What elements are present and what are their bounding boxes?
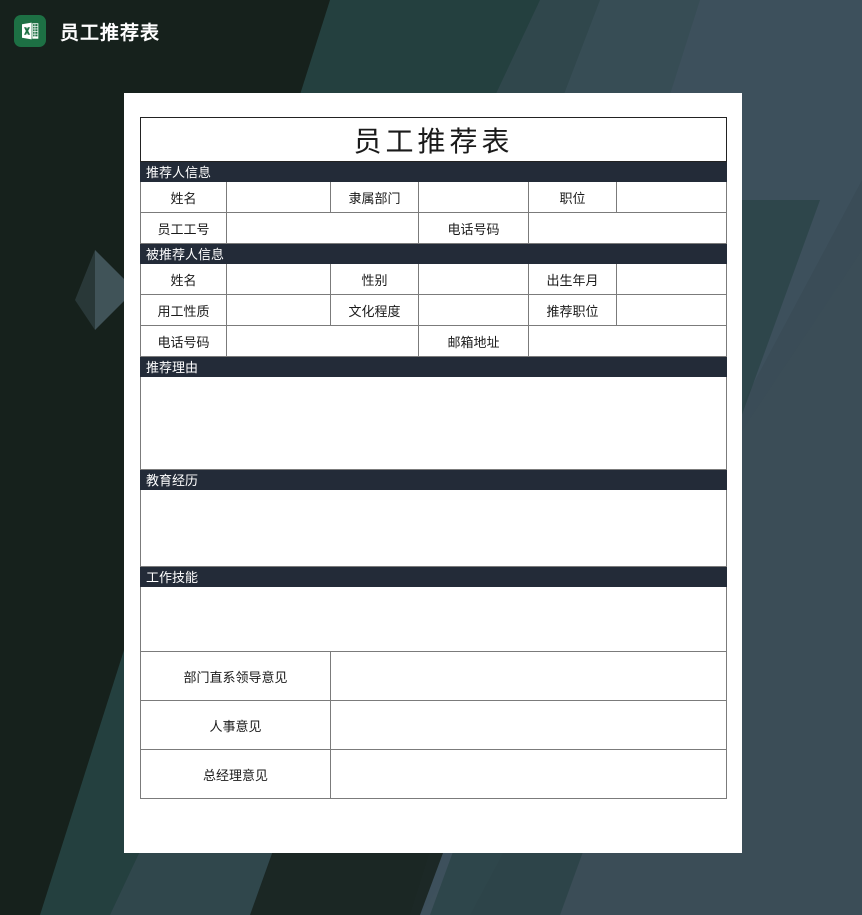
opinion-label-dept-leader: 部门直系领导意见 <box>140 651 331 701</box>
section-band-row: 推荐人信息 <box>139 161 728 182</box>
document-paper: 员工推荐表 推荐人信息 姓名 隶属部门 职位 员工工号 电话号码 被推荐人信息 … <box>124 93 742 853</box>
opinion-label-gm: 总经理意见 <box>140 749 331 799</box>
table-row: 用工性质 文化程度 推荐职位 <box>140 294 728 326</box>
section-band-referrer: 推荐人信息 <box>139 161 728 182</box>
field-value-referee-phone[interactable] <box>226 325 419 357</box>
table-row <box>139 489 728 567</box>
table-row: 员工工号 电话号码 <box>140 212 728 244</box>
field-label-referee-gender: 性别 <box>330 263 419 295</box>
form-title: 员工推荐表 <box>139 117 728 162</box>
field-label-referrer-department: 隶属部门 <box>330 181 419 213</box>
window-titlebar: 员工推荐表 <box>0 0 862 62</box>
table-row: 人事意见 <box>140 700 728 750</box>
textarea-education[interactable] <box>139 489 728 567</box>
opinion-value-dept-leader[interactable] <box>329 651 728 701</box>
section-band-row: 被推荐人信息 <box>139 243 728 264</box>
field-label-referrer-employee-id: 员工工号 <box>140 212 227 244</box>
field-value-referee-recommended-position[interactable] <box>615 294 728 326</box>
field-label-referee-name: 姓名 <box>140 263 227 295</box>
table-row: 部门直系领导意见 <box>140 651 728 701</box>
table-row: 姓名 隶属部门 职位 <box>140 181 728 213</box>
table-row: 姓名 性别 出生年月 <box>140 263 728 295</box>
table-row: 总经理意见 <box>140 749 728 799</box>
section-band-row: 工作技能 <box>139 566 728 587</box>
field-label-referee-email: 邮箱地址 <box>418 325 529 357</box>
field-label-referee-phone: 电话号码 <box>140 325 227 357</box>
table-row: 电话号码 邮箱地址 <box>140 325 728 357</box>
field-label-referrer-name: 姓名 <box>140 181 227 213</box>
field-value-referee-employment-type[interactable] <box>226 294 331 326</box>
section-band-skills: 工作技能 <box>139 566 728 587</box>
section-band-row: 推荐理由 <box>139 356 728 377</box>
field-value-referee-name[interactable] <box>226 263 331 295</box>
textarea-skills[interactable] <box>139 586 728 652</box>
section-band-reason: 推荐理由 <box>139 356 728 377</box>
field-label-referee-education-level: 文化程度 <box>330 294 419 326</box>
table-row <box>139 586 728 652</box>
field-value-referee-education-level[interactable] <box>418 294 529 326</box>
field-value-referee-birthdate[interactable] <box>615 263 728 295</box>
section-band-row: 教育经历 <box>139 469 728 490</box>
field-value-referee-email[interactable] <box>527 325 728 357</box>
form-title-row: 员工推荐表 <box>139 117 728 162</box>
field-value-referrer-department[interactable] <box>418 181 529 213</box>
field-label-referrer-position: 职位 <box>528 181 617 213</box>
section-band-referee: 被推荐人信息 <box>139 243 728 264</box>
opinion-value-gm[interactable] <box>329 749 728 799</box>
table-row <box>139 376 728 470</box>
textarea-reason[interactable] <box>139 376 728 470</box>
excel-icon <box>14 15 46 47</box>
field-label-referee-birthdate: 出生年月 <box>528 263 617 295</box>
field-value-referee-gender[interactable] <box>418 263 529 295</box>
field-value-referrer-employee-id[interactable] <box>226 212 419 244</box>
opinion-value-hr[interactable] <box>329 700 728 750</box>
field-value-referrer-phone[interactable] <box>527 212 728 244</box>
opinion-label-hr: 人事意见 <box>140 700 331 750</box>
field-value-referrer-position[interactable] <box>615 181 728 213</box>
section-band-education: 教育经历 <box>139 469 728 490</box>
field-label-referee-recommended-position: 推荐职位 <box>528 294 617 326</box>
field-label-referee-employment-type: 用工性质 <box>140 294 227 326</box>
field-label-referrer-phone: 电话号码 <box>418 212 529 244</box>
field-value-referrer-name[interactable] <box>226 181 331 213</box>
window-title: 员工推荐表 <box>60 21 161 44</box>
employee-referral-form: 员工推荐表 推荐人信息 姓名 隶属部门 职位 员工工号 电话号码 被推荐人信息 … <box>139 117 728 799</box>
